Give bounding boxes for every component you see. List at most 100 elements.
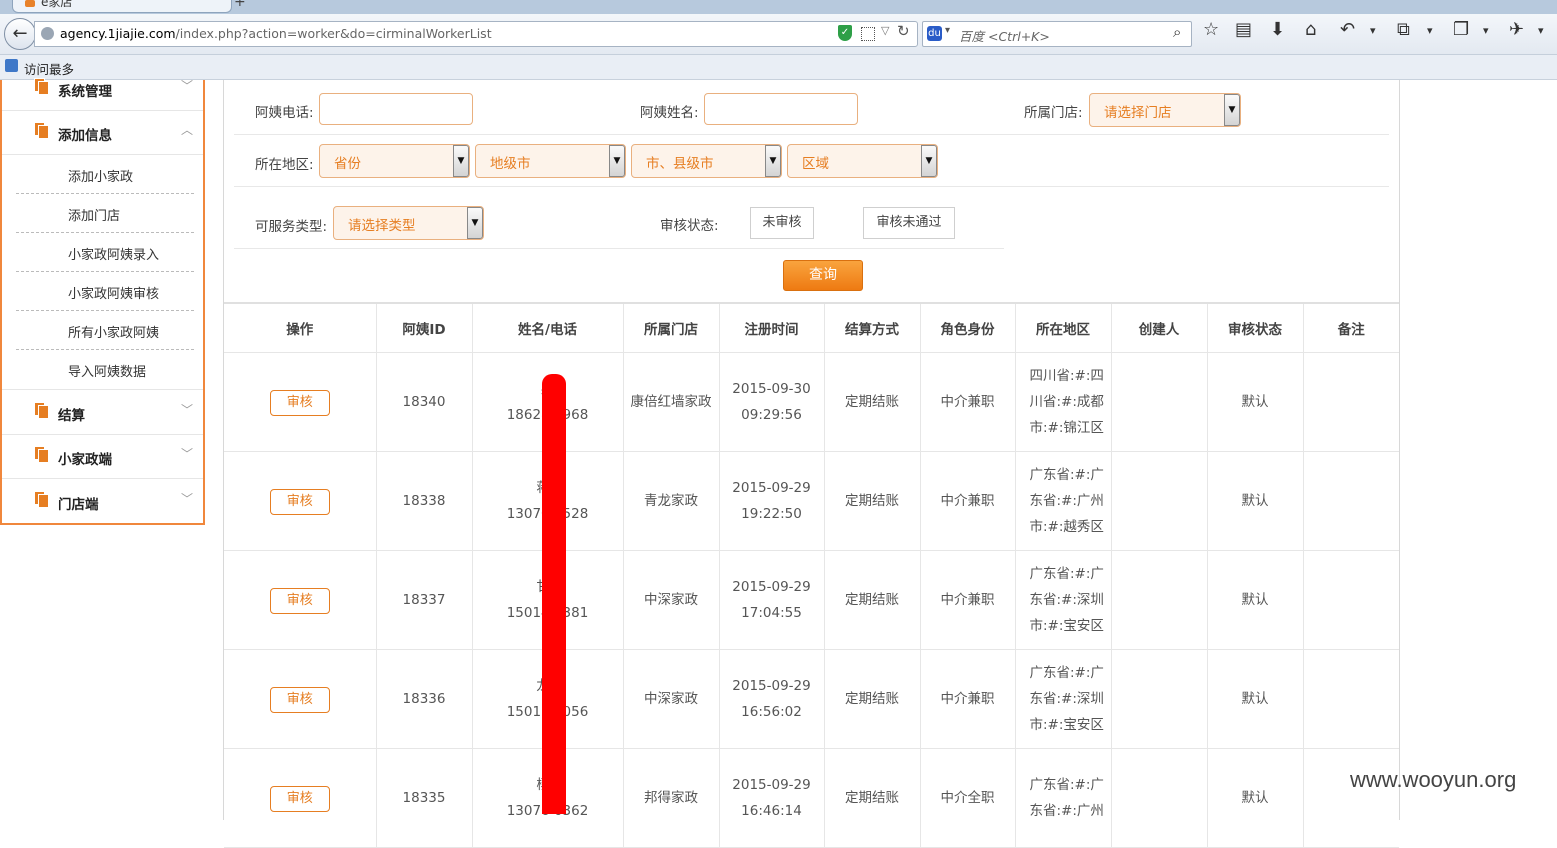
city-select[interactable]: 地级市 ▼ (475, 144, 626, 178)
address-bar[interactable]: agency.1jiajie.com/index.php?action=work… (34, 21, 918, 47)
dropdown-arrow-icon: ▼ (1224, 94, 1240, 126)
cell-creator (1111, 352, 1208, 452)
files-icon (34, 402, 49, 419)
sidebar-group-store[interactable]: 门店端 ﹀ (2, 479, 203, 523)
service-type-select[interactable]: 请选择类型 ▼ (333, 206, 484, 240)
col-header-settlement: 结算方式 (824, 303, 921, 353)
cell-action: 审核 (224, 352, 377, 452)
cell-area: 四川省:#:四川省:#:成都市:#:锦江区 (1015, 352, 1112, 452)
cell-note (1303, 352, 1399, 452)
table-row: 审核18337甘 /15014 6381中深家政2015-09-29 17:04… (224, 550, 1399, 650)
chevron-down-icon: ﹀ (181, 403, 194, 417)
baidu-icon[interactable]: du (927, 26, 942, 41)
col-header-role: 角色身份 (920, 303, 1016, 353)
cell-area: 广东省:#:广东省:#:广州市:#:越秀区 (1015, 451, 1112, 551)
district-select[interactable]: 区域 ▼ (787, 144, 938, 178)
phone-label: 阿姨电话: (255, 105, 314, 121)
sidebar-item-all-workers[interactable]: 所有小家政阿姨 (16, 311, 194, 350)
sidebar-group-add-info[interactable]: 添加信息 ︿ (2, 110, 203, 155)
cell-register-time: 2015-09-30 09:29:56 (719, 352, 825, 452)
search-bar[interactable]: du ▾ 百度 <Ctrl+K> ⌕ (922, 21, 1192, 47)
chevron-down-icon: ﹀ (181, 79, 194, 93)
home-icon[interactable]: ⌂ (1305, 19, 1316, 40)
reading-list-icon[interactable]: ▤ (1235, 19, 1252, 40)
cell-audit-status: 默认 (1207, 451, 1304, 551)
audit-button[interactable]: 审核 (269, 389, 330, 416)
cell-worker-id: 18338 (376, 451, 473, 551)
extension-icon[interactable]: ✈ (1509, 19, 1524, 40)
search-engine-dropdown-icon[interactable]: ▾ (945, 25, 950, 36)
dropdown-arrow-icon: ▼ (921, 145, 937, 177)
cell-register-time: 2015-09-29 19:22:50 (719, 451, 825, 551)
sidebar-group-system[interactable]: 系统管理 ﹀ (2, 66, 203, 111)
cell-worker-id: 18336 (376, 649, 473, 749)
sidebar-item-add-small-agency[interactable]: 添加小家政 (16, 155, 194, 194)
undo-icon[interactable]: ↶ (1340, 19, 1355, 40)
col-header-name-phone: 姓名/电话 (472, 303, 624, 353)
store-label: 所属门店: (1024, 105, 1083, 121)
dropdown-arrow-icon: ▼ (453, 145, 469, 177)
phone-input[interactable] (319, 93, 473, 125)
name-label: 阿姨姓名: (640, 105, 699, 121)
cell-audit-status: 默认 (1207, 649, 1304, 749)
store-select[interactable]: 请选择门店 ▼ (1089, 93, 1241, 127)
bookmark-star-icon[interactable]: ☆ (1203, 19, 1219, 40)
cell-store: 中深家政 (623, 550, 720, 650)
sidebar-group-settlement[interactable]: 结算 ﹀ (2, 389, 203, 435)
back-button[interactable]: ← (4, 18, 36, 50)
cell-register-time: 2015-09-29 16:46:14 (719, 748, 825, 848)
table-header-row: 操作 阿姨ID 姓名/电话 所属门店 注册时间 结算方式 角色身份 所在地区 创… (224, 303, 1399, 353)
sidebar: 系统管理 ﹀ 添加信息 ︿ 添加小家政 添加门店 小家政阿姨录入 小家政阿姨审核… (0, 78, 205, 525)
service-type-label: 可服务类型: (255, 219, 328, 235)
url-dropdown-icon[interactable]: ▽ (881, 24, 889, 37)
window-icon[interactable]: ❐ (1453, 19, 1469, 40)
divider (234, 134, 1389, 135)
crop-icon[interactable]: ⧉ (1397, 19, 1410, 40)
cell-area: 广东省:#:广东省:#:广州 (1015, 748, 1112, 848)
download-icon[interactable]: ⬇ (1270, 19, 1285, 40)
cell-store: 邦得家政 (623, 748, 720, 848)
worker-table: 操作 阿姨ID 姓名/电话 所属门店 注册时间 结算方式 角色身份 所在地区 创… (224, 302, 1399, 848)
cell-store: 康倍红墙家政 (623, 352, 720, 452)
status-unreviewed-button[interactable]: 未审核 (750, 207, 814, 239)
search-icon[interactable]: ⌕ (1173, 23, 1181, 41)
sidebar-group-small-agency[interactable]: 小家政端 ﹀ (2, 434, 203, 479)
cell-action: 审核 (224, 649, 377, 749)
audit-button[interactable]: 审核 (269, 587, 330, 614)
files-icon (34, 491, 49, 508)
table-row: 审核18338蒋 /13070 7528青龙家政2015-09-29 19:22… (224, 451, 1399, 551)
cell-settlement: 定期结账 (824, 649, 921, 749)
menu-dropdown-icon[interactable]: ▾ (1538, 24, 1544, 37)
table-row: 审核18335杨 /13076 0362邦得家政2015-09-29 16:46… (224, 748, 1399, 848)
col-header-creator: 创建人 (1111, 303, 1208, 353)
sidebar-item-worker-entry[interactable]: 小家政阿姨录入 (16, 233, 194, 272)
redaction-bar (542, 374, 566, 814)
reload-icon[interactable]: ↻ (897, 22, 910, 40)
cell-creator (1111, 550, 1208, 650)
crop-dropdown-icon[interactable]: ▾ (1427, 24, 1433, 37)
sidebar-item-import-data[interactable]: 导入阿姨数据 (16, 350, 194, 388)
audit-button[interactable]: 审核 (269, 488, 330, 515)
undo-dropdown-icon[interactable]: ▾ (1370, 24, 1376, 37)
cell-note (1303, 550, 1399, 650)
col-header-note: 备注 (1303, 303, 1399, 353)
chevron-up-icon: ︿ (181, 123, 194, 137)
sidebar-item-worker-audit[interactable]: 小家政阿姨审核 (16, 272, 194, 311)
cell-audit-status: 默认 (1207, 352, 1304, 452)
qr-code-icon[interactable] (861, 27, 875, 41)
browser-tab[interactable]: e家店 (12, 0, 232, 13)
province-select[interactable]: 省份 ▼ (319, 144, 470, 178)
audit-button[interactable]: 审核 (269, 785, 330, 812)
window-dropdown-icon[interactable]: ▾ (1483, 24, 1489, 37)
shield-icon[interactable]: ✓ (838, 25, 852, 41)
status-rejected-button[interactable]: 审核未通过 (863, 207, 955, 239)
sidebar-item-add-store[interactable]: 添加门店 (16, 194, 194, 233)
audit-button[interactable]: 审核 (269, 686, 330, 713)
new-tab-icon[interactable]: + (234, 0, 246, 10)
cell-register-time: 2015-09-29 17:04:55 (719, 550, 825, 650)
cell-note (1303, 649, 1399, 749)
name-input[interactable] (704, 93, 858, 125)
query-button[interactable]: 查询 (783, 260, 863, 291)
county-select[interactable]: 市、县级市 ▼ (631, 144, 782, 178)
cell-creator (1111, 649, 1208, 749)
